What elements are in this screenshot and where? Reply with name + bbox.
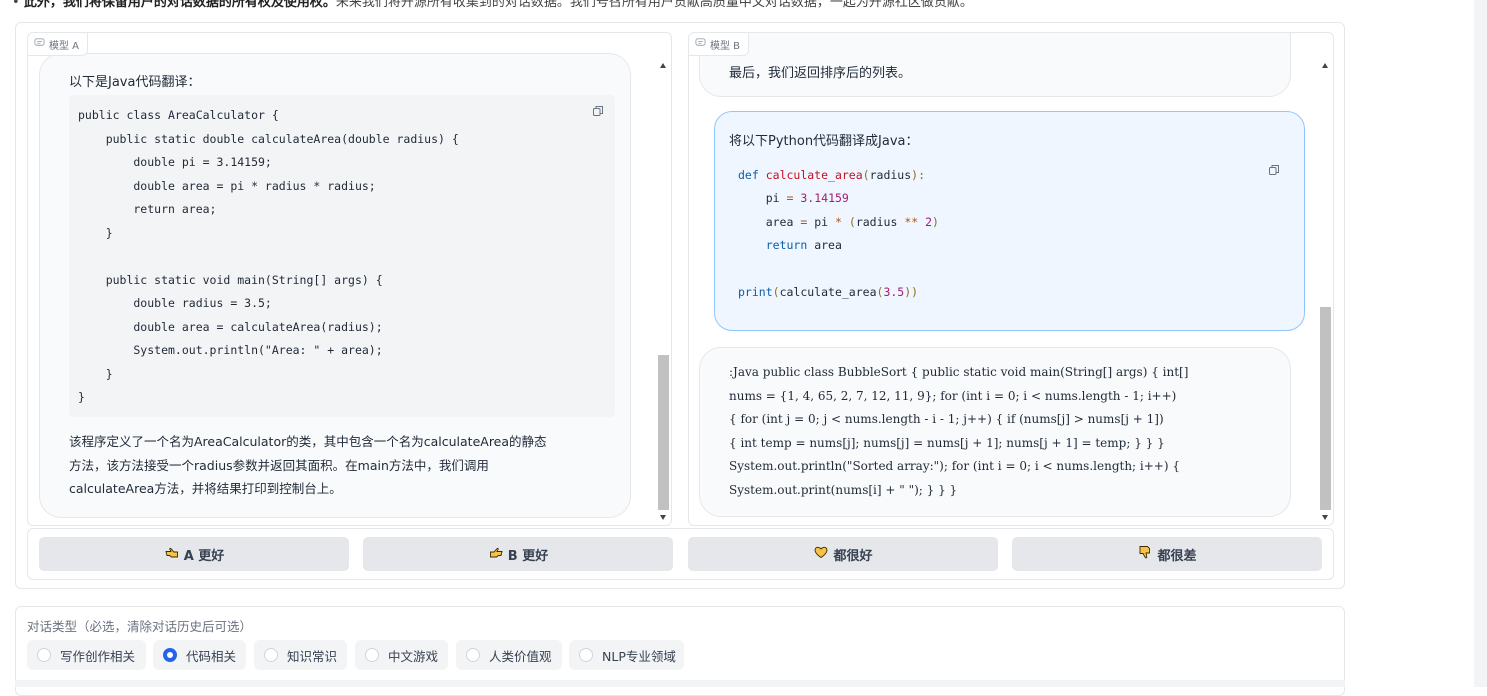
chatbot-b[interactable]: 模型 B 最后，我们返回排序后的列表。 将以下Python代码翻译成Java： … (688, 32, 1334, 526)
chatbot-a-label-text: 模型 A (49, 40, 80, 52)
code-line: } (78, 367, 113, 381)
code-line: double radius = 3.5; (78, 296, 272, 310)
answer-line: System.out.println("Sorted array:"); for… (729, 459, 1180, 473)
code-line: public class AreaCalculator { (78, 108, 279, 122)
code-line: double pi = 3.14159; (78, 155, 272, 169)
bot-message-b-answer: :Java public class BubbleSort { public s… (729, 361, 1188, 502)
user-message-text: 将以下Python代码翻译成Java： (729, 134, 919, 149)
radio-knowledge[interactable]: 知识常识 (254, 640, 347, 670)
scroll-up-icon[interactable] (660, 63, 666, 68)
vote-b-better-label: B 更好 (507, 548, 549, 564)
answer-line: :Java public class BubbleSort { public s… (729, 365, 1189, 379)
python-line: print(calculate_area(3.5)) (738, 285, 919, 299)
bot-message-a-intro: 以下是Java代码翻译： (69, 75, 201, 90)
explanation-line: calculateArea方法，并将结果打印到控制台上。 (69, 481, 342, 496)
chat-icon (34, 37, 45, 51)
radio-circle[interactable] (365, 648, 379, 662)
thumbs-down-icon (1137, 544, 1153, 564)
radio-circle[interactable] (466, 648, 480, 662)
scroll-thumb[interactable] (658, 355, 669, 510)
python-code-block: def calculate_area(radius): pi = 3.14159… (729, 153, 1285, 313)
code-line: System.out.println("Area: " + area); (78, 343, 383, 357)
python-line: pi = 3.14159 (765, 191, 849, 205)
python-line: def calculate_area(radius): (738, 168, 925, 182)
radio-writing-label: 写作创作相关 (60, 648, 136, 664)
python-line: area = pi * (radius ** 2) (765, 215, 939, 229)
explanation-line: 该程序定义了一个名为AreaCalculator的类，其中包含一个名为calcu… (69, 434, 547, 449)
vote-both-good-button[interactable]: 都很好 (688, 537, 998, 571)
scroll-thumb[interactable] (1320, 307, 1331, 510)
vote-both-bad-label: 都很差 (1157, 548, 1197, 564)
vote-both-bad-button[interactable]: 都很差 (1012, 537, 1322, 571)
radio-human-values[interactable]: 人类价值观 (456, 640, 562, 670)
copy-icon[interactable] (592, 105, 604, 117)
java-code-block: public class AreaCalculator { public sta… (69, 95, 615, 417)
radio-circle[interactable] (37, 648, 51, 662)
scroll-up-icon[interactable] (1322, 63, 1328, 68)
code-line: } (78, 226, 113, 240)
scroll-down-icon[interactable] (1322, 515, 1328, 520)
answer-line: { int temp = nums[j]; nums[j] = nums[j +… (729, 435, 1165, 450)
radio-chinese-game-label: 中文游戏 (388, 648, 439, 664)
radio-human-values-label: 人类价值观 (489, 648, 552, 664)
answer-line: nums = {1, 4, 65, 2, 7, 12, 11, 9}; for … (729, 388, 1177, 403)
radio-code-label: 代码相关 (186, 648, 237, 664)
code-line: } (78, 390, 85, 404)
top-note: • 此外，我们将保留用户的对话数据的所有权及使用权。未来我们将开源所有收集到的对… (12, 0, 973, 10)
radio-nlp-label: NLP专业领域 (602, 648, 676, 664)
chatbot-a[interactable]: 模型 A 以下是Java代码翻译： public class AreaCalcu… (27, 32, 672, 526)
heart-icon (813, 544, 829, 564)
radio-chinese-game[interactable]: 中文游戏 (355, 640, 448, 670)
vote-b-better-button[interactable]: B 更好 (363, 537, 673, 571)
python-line: return area (765, 238, 842, 252)
chatbot-b-label-text: 模型 B (710, 40, 741, 52)
chatbot-a-label: 模型 A (28, 33, 89, 56)
copy-icon[interactable] (1268, 164, 1280, 176)
radio-circle[interactable] (264, 648, 278, 662)
next-section-strip (15, 680, 1345, 687)
chatbot-b-label: 模型 B (689, 33, 750, 56)
radio-nlp[interactable]: NLP专业领域 (569, 640, 684, 670)
chatbot-b-scrollbar[interactable] (1319, 57, 1332, 524)
explanation-line: 方法，该方法接受一个radius参数并返回其面积。在main方法中，我们调用 (69, 457, 489, 473)
bot-message-prev-tail: 最后，我们返回排序后的列表。 (729, 66, 912, 81)
code-line: return area; (78, 202, 217, 216)
radio-code[interactable]: 代码相关 (153, 640, 246, 670)
chat-icon (695, 37, 706, 51)
hand-left-icon (164, 544, 180, 564)
chatbot-a-scrollbar[interactable] (657, 57, 670, 524)
radio-circle-checked[interactable] (163, 648, 177, 662)
scroll-down-icon[interactable] (660, 515, 666, 520)
dialog-type-label: 对话类型（必选，清除对话历史后可选） (27, 619, 253, 634)
code-line: double area = calculateArea(radius); (78, 320, 383, 334)
top-note-bold: 此外，我们将保留用户的对话数据的所有权及使用权。 (23, 0, 336, 10)
code-line: public static double calculateArea(doubl… (78, 132, 459, 146)
vote-both-good-label: 都很好 (833, 548, 873, 564)
answer-line: System.out.print(nums[i] + " "); } } } (729, 482, 958, 497)
vote-a-better-button[interactable]: A 更好 (39, 537, 349, 571)
radio-circle[interactable] (579, 648, 593, 662)
page-gutter (1474, 0, 1487, 687)
radio-writing[interactable]: 写作创作相关 (27, 640, 146, 670)
vote-a-better-label: A 更好 (183, 548, 225, 564)
radio-knowledge-label: 知识常识 (287, 648, 338, 664)
code-line: double area = pi * radius * radius; (78, 179, 376, 193)
bot-message-a-explanation: 该程序定义了一个名为AreaCalculator的类，其中包含一个名为calcu… (69, 430, 547, 501)
hand-right-icon (488, 544, 504, 564)
top-note-rest: 未来我们将开源所有收集到的对话数据。我们号召所有用户贡献高质量中文对话数据，一起… (335, 0, 973, 10)
code-line: public static void main(String[] args) { (78, 273, 383, 287)
answer-line: { for (int j = 0; j < nums.length - i - … (729, 412, 1164, 426)
